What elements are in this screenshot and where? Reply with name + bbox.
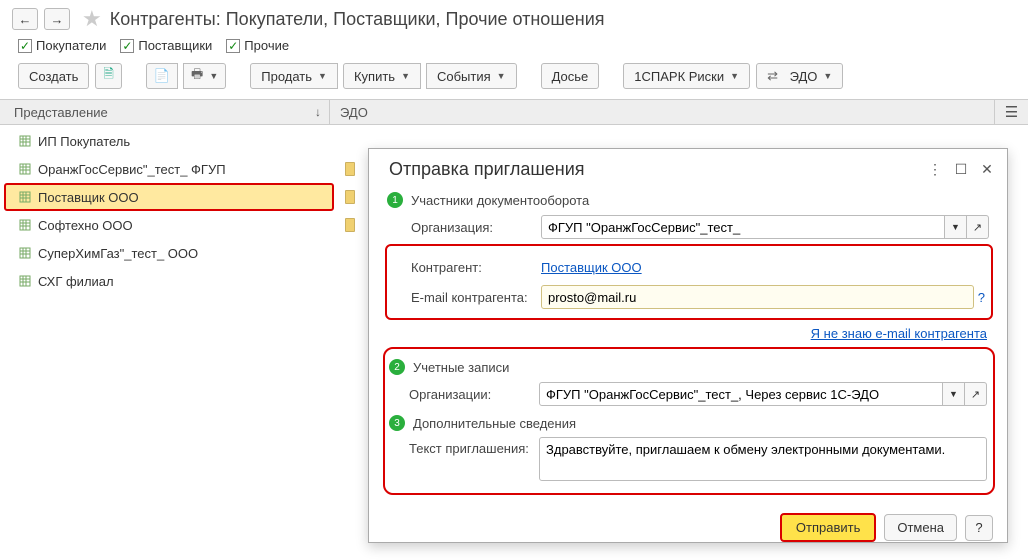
- print-button[interactable]: 🖶▼: [183, 63, 226, 89]
- column-header-name[interactable]: Представление: [14, 105, 108, 120]
- checkbox-checked-icon: ✓: [18, 39, 32, 53]
- edo-flag-icon: [345, 190, 355, 204]
- filter-buyers-label: Покупатели: [36, 38, 106, 53]
- invitation-modal: Отправка приглашения ⋮ ☐ ✕ 1 Участники д…: [368, 148, 1008, 543]
- favorite-star-icon[interactable]: ★: [82, 6, 102, 32]
- nav-back-button[interactable]: ←: [12, 8, 38, 30]
- row-name: ИП Покупатель: [38, 134, 130, 149]
- org-input[interactable]: [541, 215, 945, 239]
- row-name: Поставщик ООО: [38, 190, 139, 205]
- chevron-down-icon: ▼: [730, 71, 739, 81]
- exchange-icon: ⇄: [767, 68, 778, 84]
- row-name: ОранжГосСервис"_тест_ ФГУП: [38, 162, 226, 177]
- events-button[interactable]: События▼: [426, 63, 517, 89]
- row-name: СХГ филиал: [38, 274, 114, 289]
- accounts-input[interactable]: [539, 382, 943, 406]
- sort-down-icon: ↓: [315, 105, 321, 119]
- row-name: Софтехно ООО: [38, 218, 133, 233]
- accounts-label: Организации:: [409, 387, 539, 402]
- printer-icon: 🖶: [191, 65, 203, 87]
- create-button[interactable]: Создать: [18, 63, 89, 89]
- filter-suppliers[interactable]: ✓ Поставщики: [120, 38, 212, 53]
- filter-buyers[interactable]: ✓ Покупатели: [18, 38, 106, 53]
- edo-button[interactable]: ⇄ ЭДО▼: [756, 63, 843, 89]
- modal-maximize-icon[interactable]: ☐: [953, 161, 969, 178]
- chevron-down-icon: ▼: [497, 71, 506, 81]
- filter-others-label: Прочие: [244, 38, 289, 53]
- send-button[interactable]: Отправить: [780, 513, 876, 542]
- copy-icon: 📄: [154, 68, 170, 84]
- accounts-dropdown-button[interactable]: ▼: [943, 382, 965, 406]
- create-label: Создать: [29, 69, 78, 84]
- step-3-badge: 3: [389, 415, 405, 431]
- unknown-email-link[interactable]: Я не знаю e-mail контрагента: [811, 326, 987, 341]
- invite-text-label: Текст приглашения:: [409, 437, 539, 456]
- chevron-down-icon: ▼: [209, 71, 218, 81]
- nav-forward-button[interactable]: →: [44, 8, 70, 30]
- org-label: Организация:: [411, 220, 541, 235]
- modal-close-icon[interactable]: ✕: [979, 161, 995, 178]
- copy-button[interactable]: 📄: [146, 63, 178, 89]
- chevron-down-icon: ▼: [401, 71, 410, 81]
- spark-risks-button[interactable]: 1СПАРК Риски▼: [623, 63, 750, 89]
- help-button[interactable]: ?: [965, 515, 993, 541]
- counterparty-link[interactable]: Поставщик ООО: [541, 260, 642, 275]
- step-3-label: Дополнительные сведения: [413, 416, 576, 431]
- email-label: E-mail контрагента:: [411, 290, 541, 305]
- filter-others[interactable]: ✓ Прочие: [226, 38, 289, 53]
- org-dropdown-button[interactable]: ▼: [945, 215, 967, 239]
- edo-flag-icon: [345, 162, 355, 176]
- step-1-label: Участники документооборота: [411, 193, 589, 208]
- list-options-button[interactable]: ☰: [994, 100, 1028, 124]
- building-icon: [18, 246, 32, 260]
- checkbox-checked-icon: ✓: [226, 39, 240, 53]
- building-icon: [18, 218, 32, 232]
- counterparty-label: Контрагент:: [411, 260, 541, 275]
- chevron-down-icon: ▼: [823, 71, 832, 81]
- buy-button[interactable]: Купить▼: [343, 63, 421, 89]
- dossier-button[interactable]: Досье: [541, 63, 600, 89]
- building-icon: [18, 162, 32, 176]
- sell-button[interactable]: Продать▼: [250, 63, 338, 89]
- edo-flag-icon: [345, 218, 355, 232]
- cancel-button[interactable]: Отмена: [884, 514, 957, 541]
- checkbox-checked-icon: ✓: [120, 39, 134, 53]
- email-input[interactable]: [541, 285, 974, 309]
- page-title: Контрагенты: Покупатели, Поставщики, Про…: [110, 9, 605, 30]
- document-plus-icon: 🗎: [103, 65, 113, 87]
- accounts-open-button[interactable]: ↗: [965, 382, 987, 406]
- email-help-icon[interactable]: ?: [978, 290, 985, 305]
- column-header-edo[interactable]: ЭДО: [340, 105, 368, 120]
- step-1-badge: 1: [387, 192, 403, 208]
- row-name: СуперХимГаз"_тест_ ООО: [38, 246, 198, 261]
- create-from-template-button[interactable]: 🗎: [95, 63, 121, 89]
- chevron-down-icon: ▼: [318, 71, 327, 81]
- modal-more-icon[interactable]: ⋮: [927, 161, 943, 178]
- step-2-badge: 2: [389, 359, 405, 375]
- building-icon: [18, 274, 32, 288]
- building-icon: [18, 190, 32, 204]
- filter-suppliers-label: Поставщики: [138, 38, 212, 53]
- org-open-button[interactable]: ↗: [967, 215, 989, 239]
- building-icon: [18, 134, 32, 148]
- modal-title: Отправка приглашения: [389, 159, 585, 180]
- step-2-label: Учетные записи: [413, 360, 509, 375]
- invite-text-input[interactable]: [539, 437, 987, 481]
